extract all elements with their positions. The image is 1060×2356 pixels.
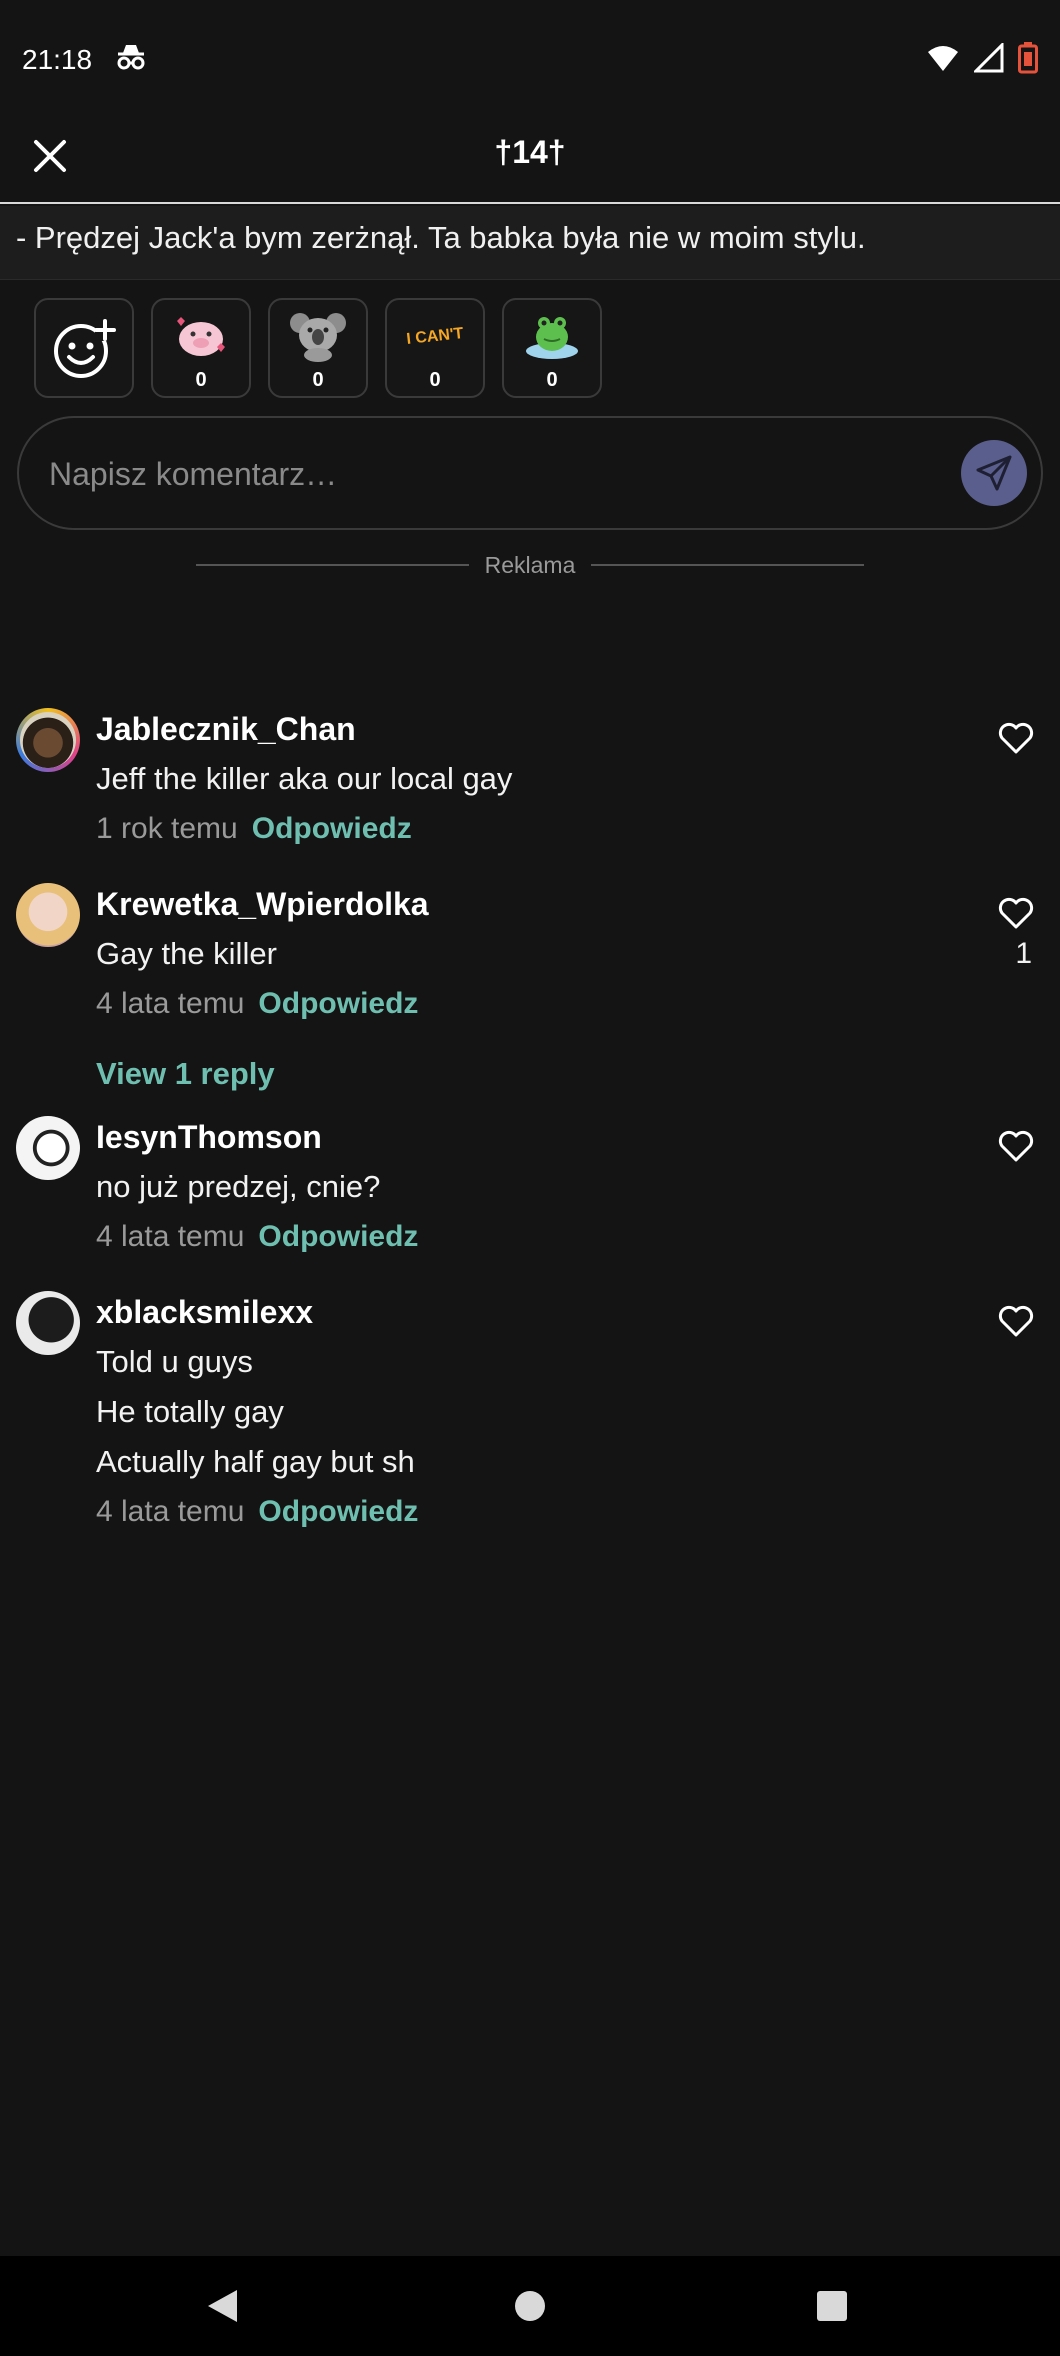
i-cant-sticker-icon: I CAN'T xyxy=(404,306,466,364)
reaction-count: 0 xyxy=(429,369,441,391)
comment-time: 4 lata temu xyxy=(96,1220,245,1253)
signal-icon xyxy=(972,40,1004,78)
navigation-bar xyxy=(0,2256,1060,2356)
comment-text: Gay the killer xyxy=(96,936,277,971)
reaction-koala[interactable]: 0 xyxy=(268,298,368,398)
reply-button[interactable]: Odpowiedz xyxy=(258,1220,418,1253)
reaction-count: 0 xyxy=(195,369,207,391)
comment-username[interactable]: Krewetka_Wpierdolka xyxy=(96,879,429,929)
recents-square-icon xyxy=(817,2291,847,2321)
ad-separator: Reklama xyxy=(196,548,865,582)
status-time: 21:18 xyxy=(22,44,93,75)
reaction-pig[interactable]: 0 xyxy=(151,298,251,398)
reaction-count: 0 xyxy=(546,369,558,391)
comment-text: no już predzej, cnie? xyxy=(96,1169,381,1204)
back-triangle-icon xyxy=(208,2290,237,2322)
comment-username[interactable]: IesynThomson xyxy=(96,1112,418,1162)
comment-text: Actually half gay but sh xyxy=(96,1444,415,1479)
like-button[interactable] xyxy=(996,1301,1036,1341)
ad-label: Reklama xyxy=(484,551,576,578)
heart-icon xyxy=(998,722,1034,754)
heart-icon xyxy=(998,897,1034,929)
avatar[interactable] xyxy=(16,1116,80,1180)
reply-button[interactable]: Odpowiedz xyxy=(258,987,418,1020)
comment-text: Told u guys xyxy=(96,1344,253,1379)
like-button[interactable] xyxy=(996,893,1036,933)
home-button[interactable] xyxy=(510,2286,550,2326)
pig-sticker-icon xyxy=(170,306,232,364)
incognito-icon xyxy=(114,42,148,79)
comment-time: 4 lata temu xyxy=(96,1495,245,1528)
comment-input[interactable] xyxy=(49,448,929,500)
send-button[interactable] xyxy=(961,440,1027,506)
view-replies-button[interactable]: View 1 reply xyxy=(96,1056,275,1092)
comment-text: He totally gay xyxy=(96,1394,284,1429)
comment-time: 4 lata temu xyxy=(96,987,245,1020)
header: †14† xyxy=(0,120,1060,204)
comment-username[interactable]: xblacksmilexx xyxy=(96,1287,418,1337)
add-reaction-button[interactable] xyxy=(34,298,134,398)
recents-button[interactable] xyxy=(812,2286,852,2326)
reaction-count: 0 xyxy=(312,369,324,391)
svg-text:I CAN'T: I CAN'T xyxy=(406,325,465,348)
koala-sticker-icon xyxy=(287,306,349,364)
like-button[interactable] xyxy=(996,1126,1036,1166)
battery-icon xyxy=(1018,41,1038,79)
reaction-frog[interactable]: 0 xyxy=(502,298,602,398)
comment-username[interactable]: Jablecznik_Chan xyxy=(96,704,512,754)
comment-text: Jeff the killer aka our local gay xyxy=(96,761,513,796)
status-bar: 21:18 xyxy=(0,0,1060,120)
avatar[interactable] xyxy=(16,883,80,947)
heart-icon xyxy=(998,1305,1034,1337)
like-count: 1 xyxy=(1015,937,1032,970)
page-title: †14† xyxy=(494,134,566,170)
home-circle-icon xyxy=(515,2291,545,2321)
avatar[interactable] xyxy=(16,1291,80,1355)
wifi-icon xyxy=(926,43,960,78)
quoted-line: - Prędzej Jack'a bym zerżnął. Ta babka b… xyxy=(0,206,1060,280)
divider xyxy=(196,564,469,566)
frog-sticker-icon xyxy=(521,306,583,364)
like-button[interactable] xyxy=(996,718,1036,758)
divider xyxy=(591,564,865,566)
back-button[interactable] xyxy=(202,2286,242,2326)
reactions-bar: 0 0 I CAN'T 0 0 xyxy=(34,298,602,398)
reply-button[interactable]: Odpowiedz xyxy=(252,812,412,845)
comment-box xyxy=(17,416,1043,530)
send-icon xyxy=(976,455,1012,491)
avatar[interactable] xyxy=(16,708,80,772)
add-emoji-icon xyxy=(54,319,116,378)
comment-time: 1 rok temu xyxy=(96,812,238,845)
reply-button[interactable]: Odpowiedz xyxy=(258,1495,418,1528)
heart-icon xyxy=(998,1130,1034,1162)
reaction-i-cant[interactable]: I CAN'T 0 xyxy=(385,298,485,398)
